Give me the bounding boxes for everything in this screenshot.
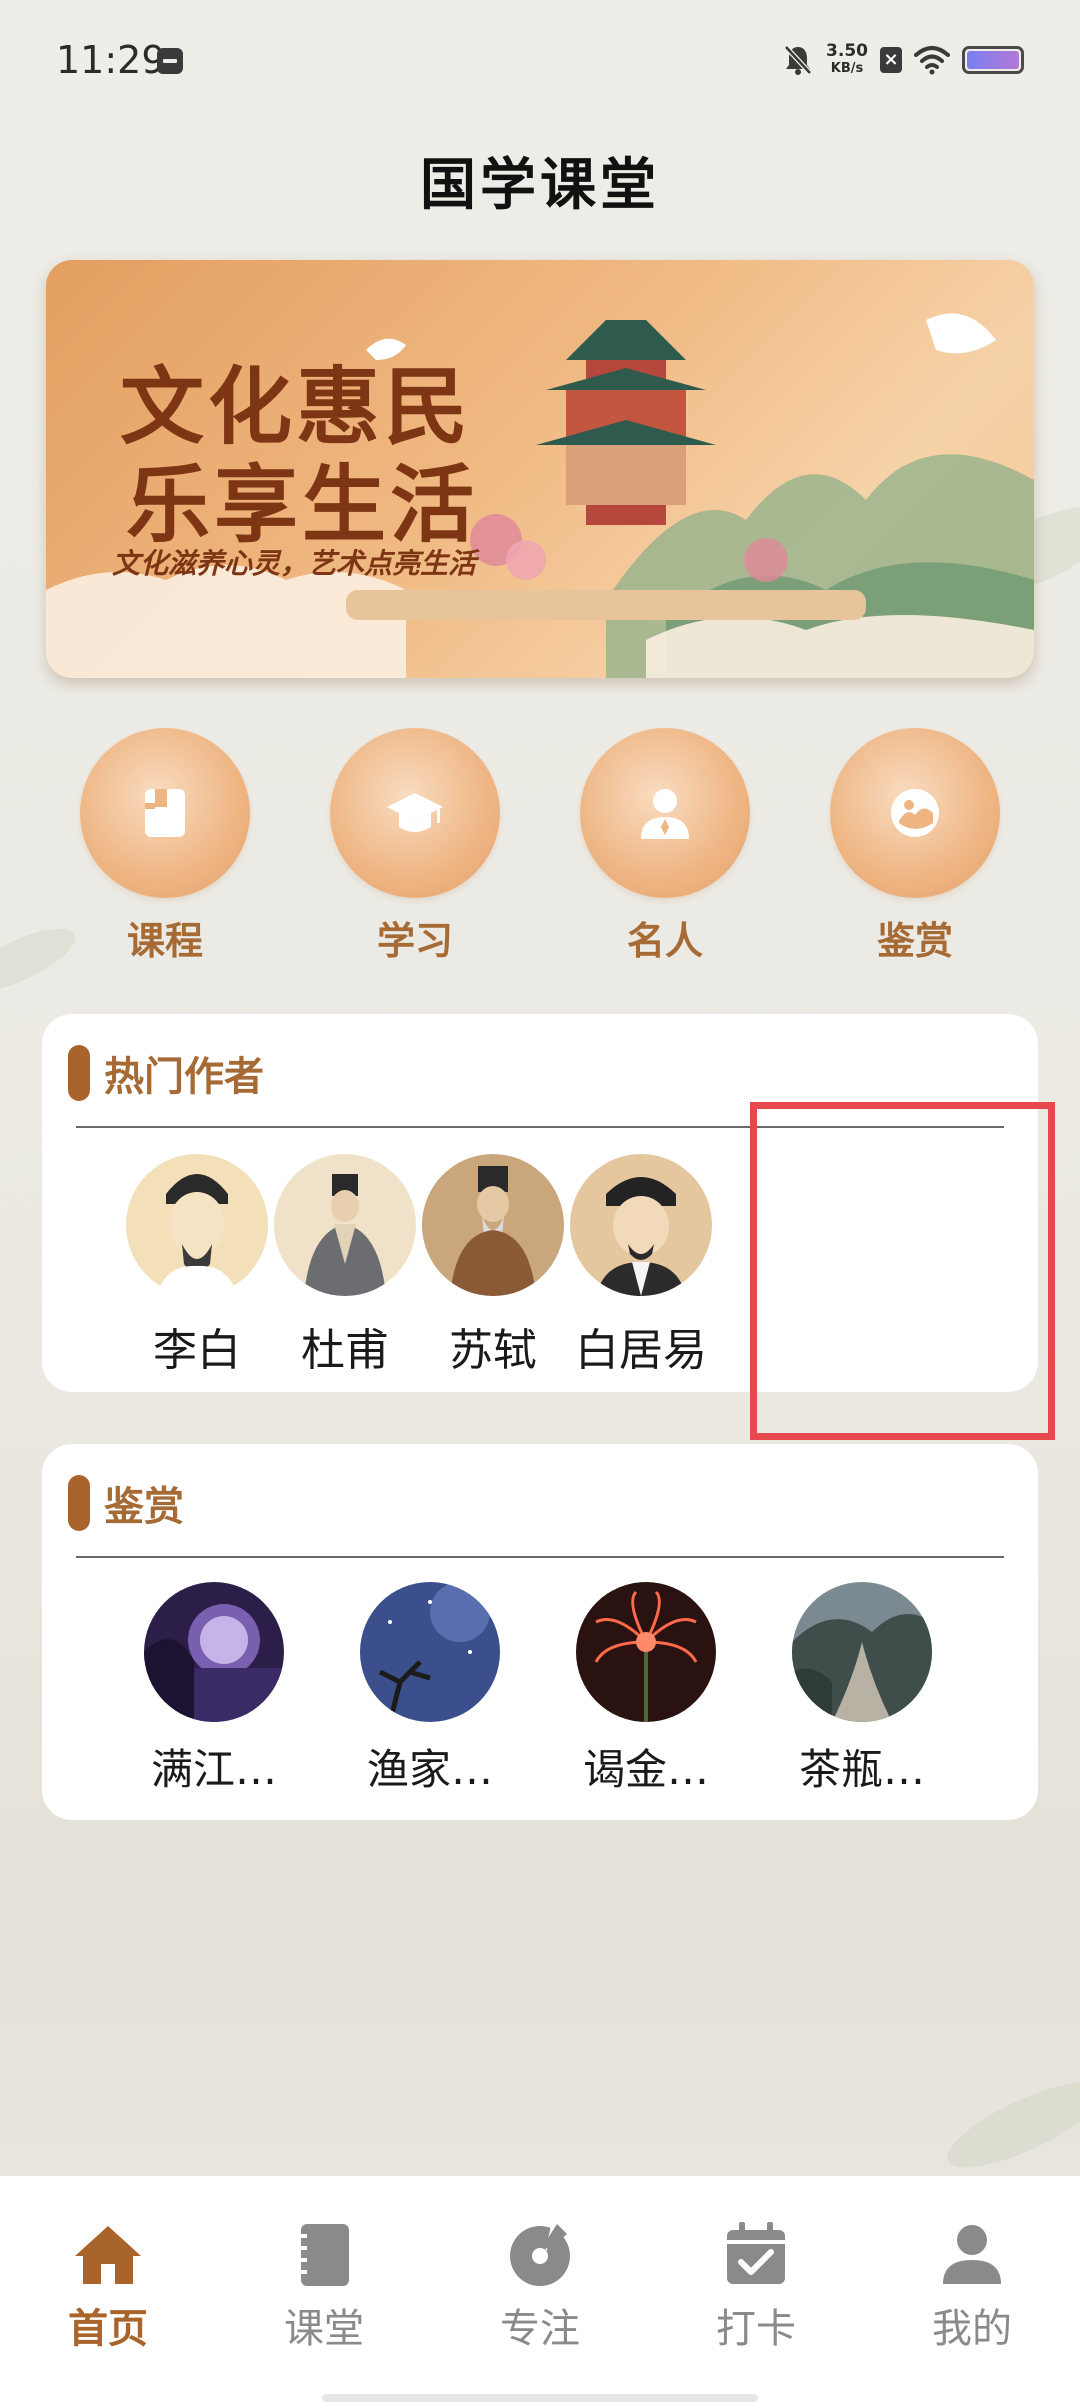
- focus-disc-icon: [510, 2224, 570, 2286]
- status-icons: 3.50 KB/s ×: [782, 40, 1024, 80]
- quick-nav: 课程 学习 名人 鉴赏: [0, 728, 1080, 968]
- promo-banner[interactable]: 文化惠民 乐享生活 文化滋养心灵，艺术点亮生活: [46, 260, 1034, 678]
- avatar: [422, 1154, 564, 1296]
- tab-label: 打卡: [716, 2306, 796, 2352]
- section-header: 鉴赏: [68, 1474, 184, 1532]
- tab-checkin[interactable]: 打卡: [676, 2220, 836, 2354]
- background-leaf-decoration: [937, 2066, 1080, 2184]
- section-title: 鉴赏: [104, 1484, 184, 1530]
- poem-title: 渔家…: [366, 1745, 493, 1794]
- quick-nav-appreciation[interactable]: 鉴赏: [830, 728, 1000, 965]
- status-bar: 11:29 3.50 KB/s ×: [0, 0, 1080, 120]
- page-title: 国学课堂: [420, 153, 660, 218]
- status-time: 11:29: [56, 38, 166, 82]
- quick-nav-celebrity[interactable]: 名人: [580, 728, 750, 965]
- notebook-icon: [297, 2224, 349, 2286]
- network-speed: 3.50 KB/s: [826, 42, 868, 78]
- tab-label: 首页: [68, 2306, 148, 2352]
- network-speed-unit: KB/s: [830, 61, 864, 76]
- graduation-cap-icon: [387, 793, 443, 832]
- tab-home[interactable]: 首页: [28, 2220, 188, 2354]
- bottom-tab-bar: 首页 课堂 专注 打卡 我的: [0, 2176, 1080, 2408]
- poem-thumbnail: [360, 1582, 500, 1722]
- poem-item[interactable]: 茶瓶…: [772, 1582, 952, 1797]
- battery-icon: [962, 46, 1024, 74]
- tab-label: 我的: [932, 2306, 1012, 2352]
- x-box-icon: ×: [880, 47, 902, 73]
- poem-title: 谒金…: [582, 1745, 709, 1794]
- tab-label: 课堂: [284, 2306, 364, 2352]
- appreciation-card: 鉴赏 满江… 渔家… 谒金… 茶瓶…: [42, 1444, 1038, 1820]
- banner-headline-2: 乐享生活: [126, 455, 479, 554]
- quick-nav-label: 名人: [626, 919, 703, 963]
- quick-nav-course[interactable]: 课程: [80, 728, 250, 965]
- home-icon: [75, 2226, 141, 2284]
- avatar: [126, 1154, 268, 1296]
- poem-title: 茶瓶…: [798, 1745, 925, 1794]
- book-icon: [145, 789, 185, 837]
- user-icon: [943, 2225, 1001, 2284]
- highlight-box: [750, 1102, 1055, 1440]
- poem-item[interactable]: 渔家…: [340, 1582, 520, 1797]
- tab-focus[interactable]: 专注: [460, 2220, 620, 2354]
- tab-classroom[interactable]: 课堂: [244, 2220, 404, 2354]
- poem-thumbnail: [792, 1582, 932, 1722]
- author-name: 白居易: [575, 1325, 707, 1376]
- quick-nav-label: 学习: [376, 919, 453, 963]
- poem-item[interactable]: 谒金…: [556, 1582, 736, 1797]
- section-accent-bar: [68, 1475, 90, 1531]
- banner-subtitle: 文化滋养心灵，艺术点亮生活: [112, 547, 477, 580]
- poem-thumbnail: [576, 1582, 716, 1722]
- author-item-baijuyi[interactable]: 白居易: [551, 1154, 731, 1378]
- person-icon: [641, 789, 689, 839]
- section-divider: [76, 1556, 1004, 1558]
- quick-nav-study[interactable]: 学习: [330, 728, 500, 965]
- section-header: 热门作者: [68, 1044, 264, 1102]
- poem-title: 满江…: [150, 1745, 277, 1794]
- poem-item[interactable]: 满江…: [124, 1582, 304, 1797]
- wifi-icon: [914, 46, 950, 75]
- home-indicator[interactable]: [322, 2394, 758, 2402]
- section-accent-bar: [68, 1045, 90, 1101]
- avatar: [570, 1154, 712, 1296]
- tab-mine[interactable]: 我的: [892, 2220, 1052, 2354]
- quick-nav-label: 鉴赏: [876, 919, 953, 963]
- battery-level: [967, 51, 1019, 69]
- section-title: 热门作者: [104, 1054, 264, 1100]
- avatar: [274, 1154, 416, 1296]
- checkin-calendar-icon: [727, 2222, 785, 2284]
- mute-icon: [784, 45, 812, 75]
- poem-thumbnail: [144, 1582, 284, 1722]
- tab-label: 专注: [500, 2306, 580, 2352]
- quick-nav-label: 课程: [126, 919, 203, 963]
- notification-app-icon: [157, 48, 183, 74]
- appreciation-icon: [891, 789, 939, 837]
- network-speed-value: 3.50: [826, 41, 868, 61]
